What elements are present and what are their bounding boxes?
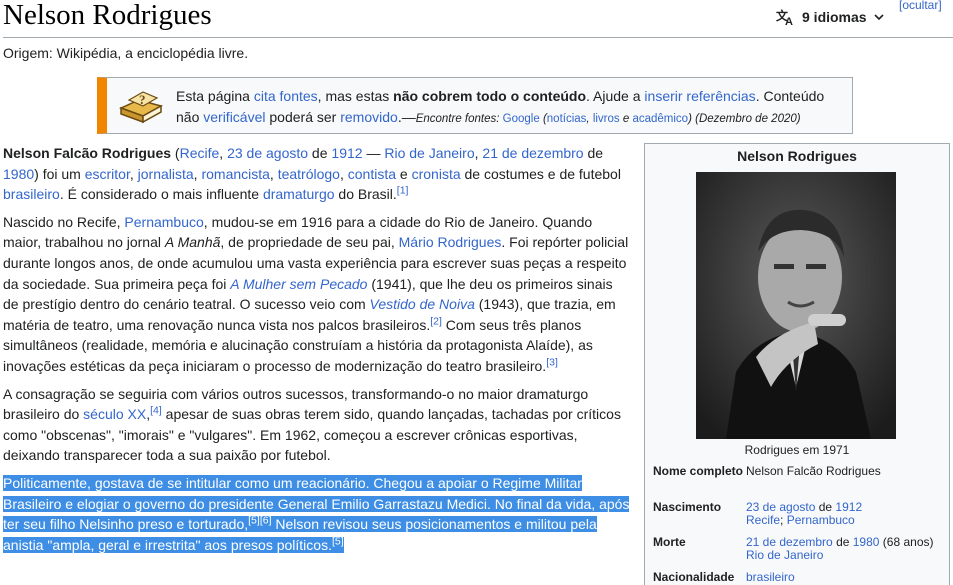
- reference-6[interactable]: [6]: [260, 514, 272, 526]
- notice-text: Esta página cita fontes, mas estas não c…: [176, 88, 825, 125]
- link-1980[interactable]: 1980: [3, 166, 34, 182]
- paragraph-consagration: A consagração se seguiria com vários out…: [3, 385, 621, 464]
- link-google[interactable]: Google: [503, 113, 540, 125]
- reference-3[interactable]: [3]: [546, 356, 558, 368]
- language-count: 9 idiomas: [802, 9, 867, 25]
- infobox-row-birth: Nascimento 23 de agosto de 1912 Recife; …: [653, 501, 947, 527]
- infobox-label: Nome completo: [653, 464, 744, 478]
- link-birth-state[interactable]: Pernambuco: [787, 513, 855, 527]
- link-mario-rodrigues[interactable]: Mário Rodrigues: [399, 234, 502, 250]
- link-cita-fontes[interactable]: cita fontes: [254, 88, 318, 104]
- link-noticias[interactable]: notícias: [547, 113, 587, 125]
- sources-notice: ? Esta página cita fontes, mas estas não…: [97, 77, 853, 134]
- infobox-row-name: Nome completo Nelson Falcão Rodrigues: [653, 465, 947, 478]
- reference-5b[interactable]: [5]: [332, 535, 344, 547]
- paragraph-politics: Politicamente, gostava de se intitular c…: [3, 474, 630, 553]
- infobox-row-death: Morte 21 de dezembro de 1980 (68 anos) R…: [653, 536, 947, 562]
- link-escritor[interactable]: escritor: [85, 166, 130, 182]
- link-1912[interactable]: 1912: [331, 145, 362, 161]
- reference-5[interactable]: [5]: [248, 514, 260, 526]
- link-21-dezembro[interactable]: 21 de dezembro: [482, 145, 583, 161]
- link-death-date[interactable]: 21 de dezembro: [746, 535, 833, 549]
- title-divider: [3, 37, 953, 38]
- paragraph-early-life: Nascido no Recife, Pernambuco, mudou-se …: [3, 213, 629, 374]
- link-academico[interactable]: acadêmico: [632, 113, 688, 125]
- translate-icon: 文 A: [776, 8, 796, 26]
- link-inserir-referencias[interactable]: inserir referências: [644, 88, 755, 104]
- link-pernambuco[interactable]: Pernambuco: [124, 214, 203, 230]
- svg-text:?: ?: [139, 92, 146, 107]
- page-title: Nelson Rodrigues: [3, 0, 212, 31]
- link-death-city[interactable]: Rio de Janeiro: [746, 548, 823, 562]
- svg-text:A: A: [785, 16, 793, 26]
- link-birth-year[interactable]: 1912: [835, 500, 862, 514]
- paragraph-intro: Nelson Falcão Rodrigues (Recife, 23 de a…: [3, 145, 621, 203]
- link-contista[interactable]: contista: [348, 166, 396, 182]
- portrait-photo[interactable]: [696, 172, 896, 439]
- infobox-label: Morte: [653, 535, 686, 549]
- infobox-label: Nacionalidade: [653, 570, 735, 584]
- link-death-year[interactable]: 1980: [853, 535, 880, 549]
- chevron-down-icon: [873, 12, 885, 22]
- infobox-value: Nelson Falcão Rodrigues: [746, 464, 881, 478]
- reference-1[interactable]: [1]: [397, 185, 409, 197]
- link-mulher-sem-pecado[interactable]: A Mulher sem Pecado: [230, 276, 367, 292]
- infobox-value: 21 de dezembro de 1980 (68 anos) Rio de …: [746, 535, 934, 562]
- hide-link[interactable]: [ocultar]: [899, 0, 942, 12]
- link-livros[interactable]: livros: [593, 113, 620, 125]
- reference-4[interactable]: [4]: [150, 404, 162, 416]
- link-teatrologo[interactable]: teatrólogo: [278, 166, 340, 182]
- infobox-title: Nelson Rodrigues: [737, 148, 857, 164]
- link-rio-de-janeiro[interactable]: Rio de Janeiro: [384, 145, 474, 161]
- link-birth-city[interactable]: Recife: [746, 513, 780, 527]
- link-seculo-xx[interactable]: século XX: [83, 406, 146, 422]
- link-cronista[interactable]: cronista: [412, 166, 461, 182]
- link-verificavel[interactable]: verificável: [203, 109, 265, 125]
- site-subtitle: Origem: Wikipédia, a enciclopédia livre.: [3, 45, 249, 61]
- link-dramaturgo[interactable]: dramaturgo: [263, 186, 335, 202]
- photo-caption: Rodrigues em 1971: [744, 443, 850, 457]
- link-23-agosto[interactable]: 23 de agosto: [227, 145, 308, 161]
- link-recife[interactable]: Recife: [180, 145, 220, 161]
- link-vestido-de-noiva[interactable]: Vestido de Noiva: [370, 296, 475, 312]
- link-birth-date[interactable]: 23 de agosto: [746, 500, 815, 514]
- infobox: Nelson Rodrigues Rodrigues em 1971 Nome …: [644, 143, 950, 585]
- link-nationality[interactable]: brasileiro: [746, 570, 795, 584]
- infobox-label: Nascimento: [653, 500, 722, 514]
- link-romancista[interactable]: romancista: [201, 166, 269, 182]
- language-button[interactable]: 文 A 9 idiomas: [776, 6, 885, 28]
- book-question-icon: ?: [117, 86, 165, 131]
- reference-2[interactable]: [2]: [430, 315, 442, 327]
- infobox-row-nationality: Nacionalidade brasileiro: [653, 571, 947, 584]
- infobox-value: 23 de agosto de 1912 Recife; Pernambuco: [746, 500, 863, 527]
- article-body: Nelson Falcão Rodrigues (Recife, 23 de a…: [3, 143, 632, 562]
- link-removido[interactable]: removido: [340, 109, 398, 125]
- link-brasileiro[interactable]: brasileiro: [3, 186, 60, 202]
- link-jornalista[interactable]: jornalista: [138, 166, 194, 182]
